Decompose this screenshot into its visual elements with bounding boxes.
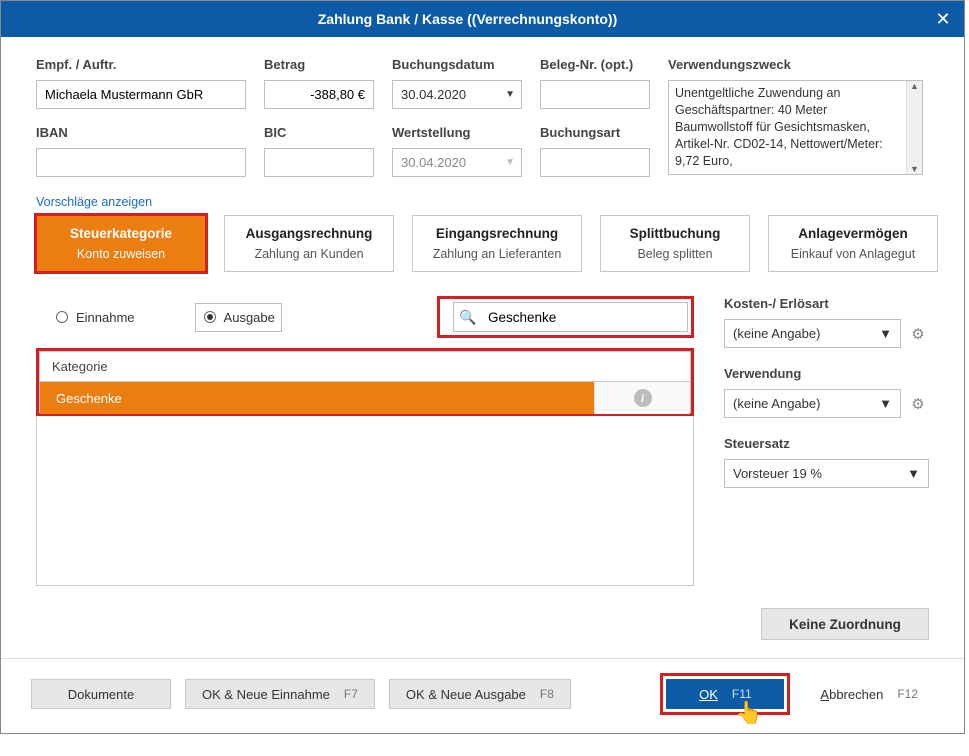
shortcut-label: F8 [540, 687, 554, 701]
category-search[interactable]: 🔍 [453, 302, 688, 332]
tab-splittbuchung[interactable]: Splittbuchung Beleg splitten [600, 215, 750, 272]
belegnr-input[interactable] [540, 80, 650, 109]
ok-neue-ausgabe-button[interactable]: OK & Neue Ausgabe F8 [389, 679, 571, 709]
buchungsart-input[interactable] [540, 148, 650, 177]
wertstellung-value: 30.04.2020 [401, 155, 466, 170]
steuer-value: Vorsteuer 19 % [733, 466, 822, 481]
tab-anlagevermoegen[interactable]: Anlagevermögen Einkauf von Anlagegut [768, 215, 938, 272]
verwendung-value: (keine Angabe) [733, 396, 820, 411]
tab-eingangsrechnung[interactable]: Eingangsrechnung Zahlung an Lieferanten [412, 215, 582, 272]
chevron-down-icon: ▼ [505, 157, 515, 168]
tab-title: Ausgangsrechnung [225, 226, 393, 241]
tab-ausgangsrechnung[interactable]: Ausgangsrechnung Zahlung an Kunden [224, 215, 394, 272]
tab-title: Splittbuchung [601, 226, 749, 241]
button-label: Dokumente [68, 687, 134, 702]
tab-subtitle: Einkauf von Anlagegut [769, 247, 937, 261]
radio-icon [204, 311, 216, 323]
info-icon: i [634, 389, 652, 407]
button-label: Abbrechen [820, 687, 883, 702]
buchungsdatum-select[interactable]: 30.04.2020 ▼ [392, 80, 522, 109]
zweck-scrollbar[interactable]: ▲▼ [906, 81, 922, 174]
bic-input[interactable] [264, 148, 374, 177]
tab-subtitle: Zahlung an Lieferanten [413, 247, 581, 261]
search-icon: 🔍 [454, 309, 482, 326]
empf-label: Empf. / Auftr. [36, 57, 246, 72]
category-info-cell[interactable]: i [594, 382, 690, 414]
titlebar: Zahlung Bank / Kasse ((Verrechnungskonto… [1, 1, 964, 37]
dokumente-button[interactable]: Dokumente [31, 679, 171, 709]
chevron-down-icon: ▼ [879, 396, 892, 411]
zweck-label: Verwendungszweck [668, 57, 923, 72]
tab-subtitle: Konto zuweisen [37, 247, 205, 261]
ok-button[interactable]: OK F11 [666, 679, 784, 709]
no-assignment-button[interactable]: Keine Zuordnung [761, 608, 929, 640]
kosten-select[interactable]: (keine Angabe) ▼ [724, 319, 901, 348]
steuer-select[interactable]: Vorsteuer 19 % ▼ [724, 459, 929, 488]
kosten-value: (keine Angabe) [733, 326, 820, 341]
chevron-down-icon: ▼ [879, 326, 892, 341]
tab-subtitle: Zahlung an Kunden [225, 247, 393, 261]
button-label: OK & Neue Ausgabe [406, 687, 526, 702]
buchungsart-label: Buchungsart [540, 125, 650, 140]
belegnr-label: Beleg-Nr. (opt.) [540, 57, 650, 72]
tab-subtitle: Beleg splitten [601, 247, 749, 261]
wertstellung-select[interactable]: 30.04.2020 ▼ [392, 148, 522, 177]
empf-input[interactable] [36, 80, 246, 109]
ok-neue-einnahme-button[interactable]: OK & Neue Einnahme F7 [185, 679, 375, 709]
button-label: OK & Neue Einnahme [202, 687, 330, 702]
verwendung-select[interactable]: (keine Angabe) ▼ [724, 389, 901, 418]
verwendung-label: Verwendung [724, 366, 929, 381]
grid-header: Kategorie [39, 351, 691, 381]
verwendung-settings-button[interactable]: ⚙ [907, 393, 929, 415]
shortcut-label: F11 [732, 687, 752, 701]
kosten-settings-button[interactable]: ⚙ [907, 323, 929, 345]
chevron-down-icon: ▼ [505, 89, 515, 100]
radio-icon [56, 311, 68, 323]
category-cell: Geschenke [40, 382, 594, 414]
iban-label: IBAN [36, 125, 246, 140]
buchungsdatum-value: 30.04.2020 [401, 87, 466, 102]
button-label: OK [699, 687, 718, 702]
betrag-input[interactable] [264, 80, 374, 109]
dialog-title: Zahlung Bank / Kasse ((Verrechnungskonto… [13, 11, 922, 27]
abbrechen-button[interactable]: Abbrechen F12 [804, 679, 934, 709]
radio-ausgabe[interactable]: Ausgabe [195, 303, 282, 332]
steuer-label: Steuersatz [724, 436, 929, 451]
category-row[interactable]: Geschenke i [40, 382, 690, 414]
shortcut-label: F12 [897, 687, 918, 701]
betrag-label: Betrag [264, 57, 374, 72]
suggestions-link[interactable]: Vorschläge anzeigen [36, 195, 152, 209]
shortcut-label: F7 [344, 687, 358, 701]
radio-label: Einnahme [76, 310, 135, 325]
ok-highlight: OK F11 👆 [660, 673, 790, 715]
category-search-input[interactable] [482, 304, 687, 330]
dialog-footer: Dokumente OK & Neue Einnahme F7 OK & Neu… [1, 658, 964, 733]
iban-input[interactable] [36, 148, 246, 177]
category-grid: Geschenke i [39, 381, 691, 413]
kosten-label: Kosten-/ Erlösart [724, 296, 929, 311]
bic-label: BIC [264, 125, 374, 140]
chevron-down-icon: ▼ [907, 466, 920, 481]
wertstellung-label: Wertstellung [392, 125, 522, 140]
radio-label: Ausgabe [224, 310, 275, 325]
tab-title: Steuerkategorie [37, 226, 205, 241]
tab-title: Anlagevermögen [769, 226, 937, 241]
close-button[interactable]: ✕ [922, 1, 964, 37]
radio-einnahme[interactable]: Einnahme [56, 303, 135, 332]
zweck-textarea[interactable]: Unentgeltliche Zuwendung an Geschäftspar… [668, 80, 923, 175]
buchungsdatum-label: Buchungsdatum [392, 57, 522, 72]
tab-steuerkategorie[interactable]: Steuerkategorie Konto zuweisen [36, 215, 206, 272]
tab-title: Eingangsrechnung [413, 226, 581, 241]
payment-dialog: Zahlung Bank / Kasse ((Verrechnungskonto… [0, 0, 965, 734]
